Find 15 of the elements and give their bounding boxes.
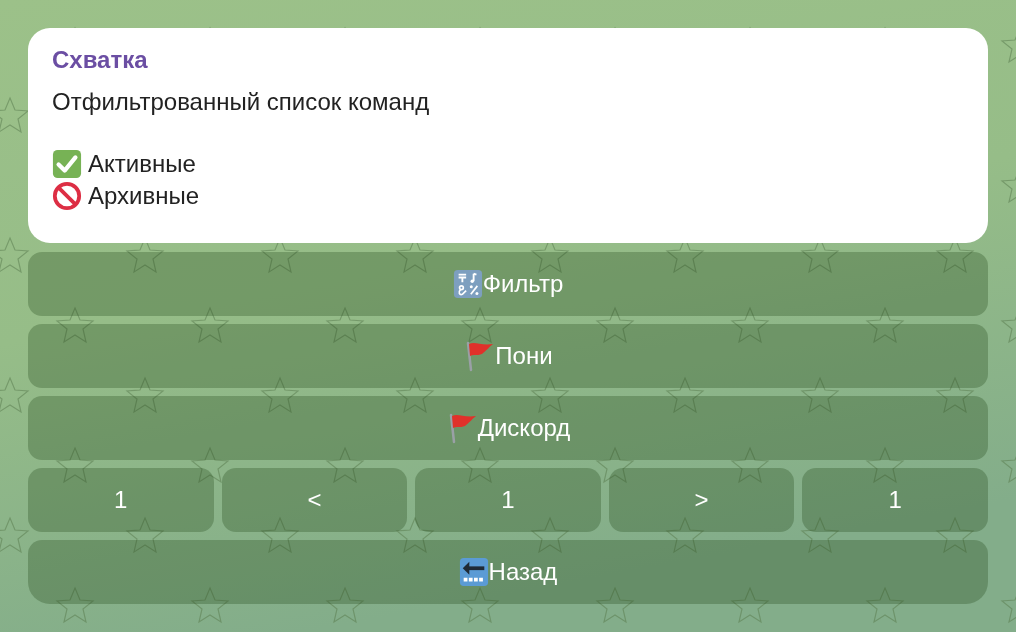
check-mark-icon (52, 149, 82, 179)
keyboard-button[interactable]: Дискорд (28, 396, 988, 460)
keyboard-button[interactable]: > (608, 468, 795, 532)
keyboard-button[interactable]: Фильтр (28, 252, 988, 316)
keyboard-button[interactable]: Пони (28, 324, 988, 388)
keyboard-button[interactable]: 1 (802, 468, 988, 532)
message-text: Отфильтрованный список команд (52, 87, 431, 117)
no-entry-icon (52, 181, 82, 211)
keyboard-button[interactable]: 1 (415, 468, 601, 532)
sender-name: Схватка (52, 45, 149, 75)
keyboard-button[interactable]: < (221, 468, 408, 532)
keyboard-button[interactable]: 1 (28, 468, 214, 532)
keyboard-button[interactable]: Назад (28, 540, 988, 604)
legend-label: Архивные (88, 181, 200, 211)
legend-label: Активные (88, 149, 196, 179)
